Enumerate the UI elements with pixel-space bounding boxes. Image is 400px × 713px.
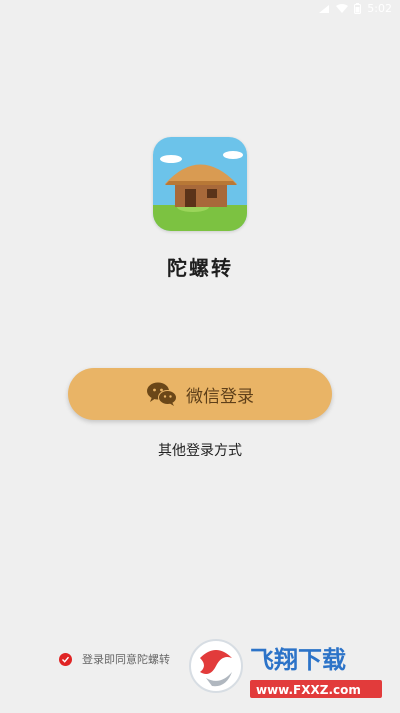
checkbox-checked-icon[interactable] xyxy=(59,652,72,666)
wechat-login-button[interactable]: 微信登录 xyxy=(68,368,332,420)
other-login-link[interactable]: 其他登录方式 xyxy=(0,440,400,460)
app-house-icon xyxy=(153,137,247,231)
wechat-icon xyxy=(147,382,177,406)
svg-text:飞翔下载: 飞翔下载 xyxy=(250,646,346,674)
status-bar: 5:02 xyxy=(0,0,400,18)
wechat-login-label: 微信登录 xyxy=(186,386,254,407)
watermark-logo: 飞翔下载 www.FXXZ.com xyxy=(189,639,382,698)
signal-icon xyxy=(319,4,330,13)
battery-icon xyxy=(354,3,362,14)
app-name: 陀螺转 xyxy=(167,256,233,280)
agreement-text: 登录即同意陀螺转 xyxy=(82,653,170,666)
agreement-row: 登录即同意陀螺转 xyxy=(59,651,170,667)
wifi-icon xyxy=(336,3,349,13)
status-icons: 5:02 xyxy=(318,2,392,15)
status-time: 5:02 xyxy=(367,2,392,15)
svg-text:www.FXXZ.com: www.FXXZ.com xyxy=(256,683,361,697)
